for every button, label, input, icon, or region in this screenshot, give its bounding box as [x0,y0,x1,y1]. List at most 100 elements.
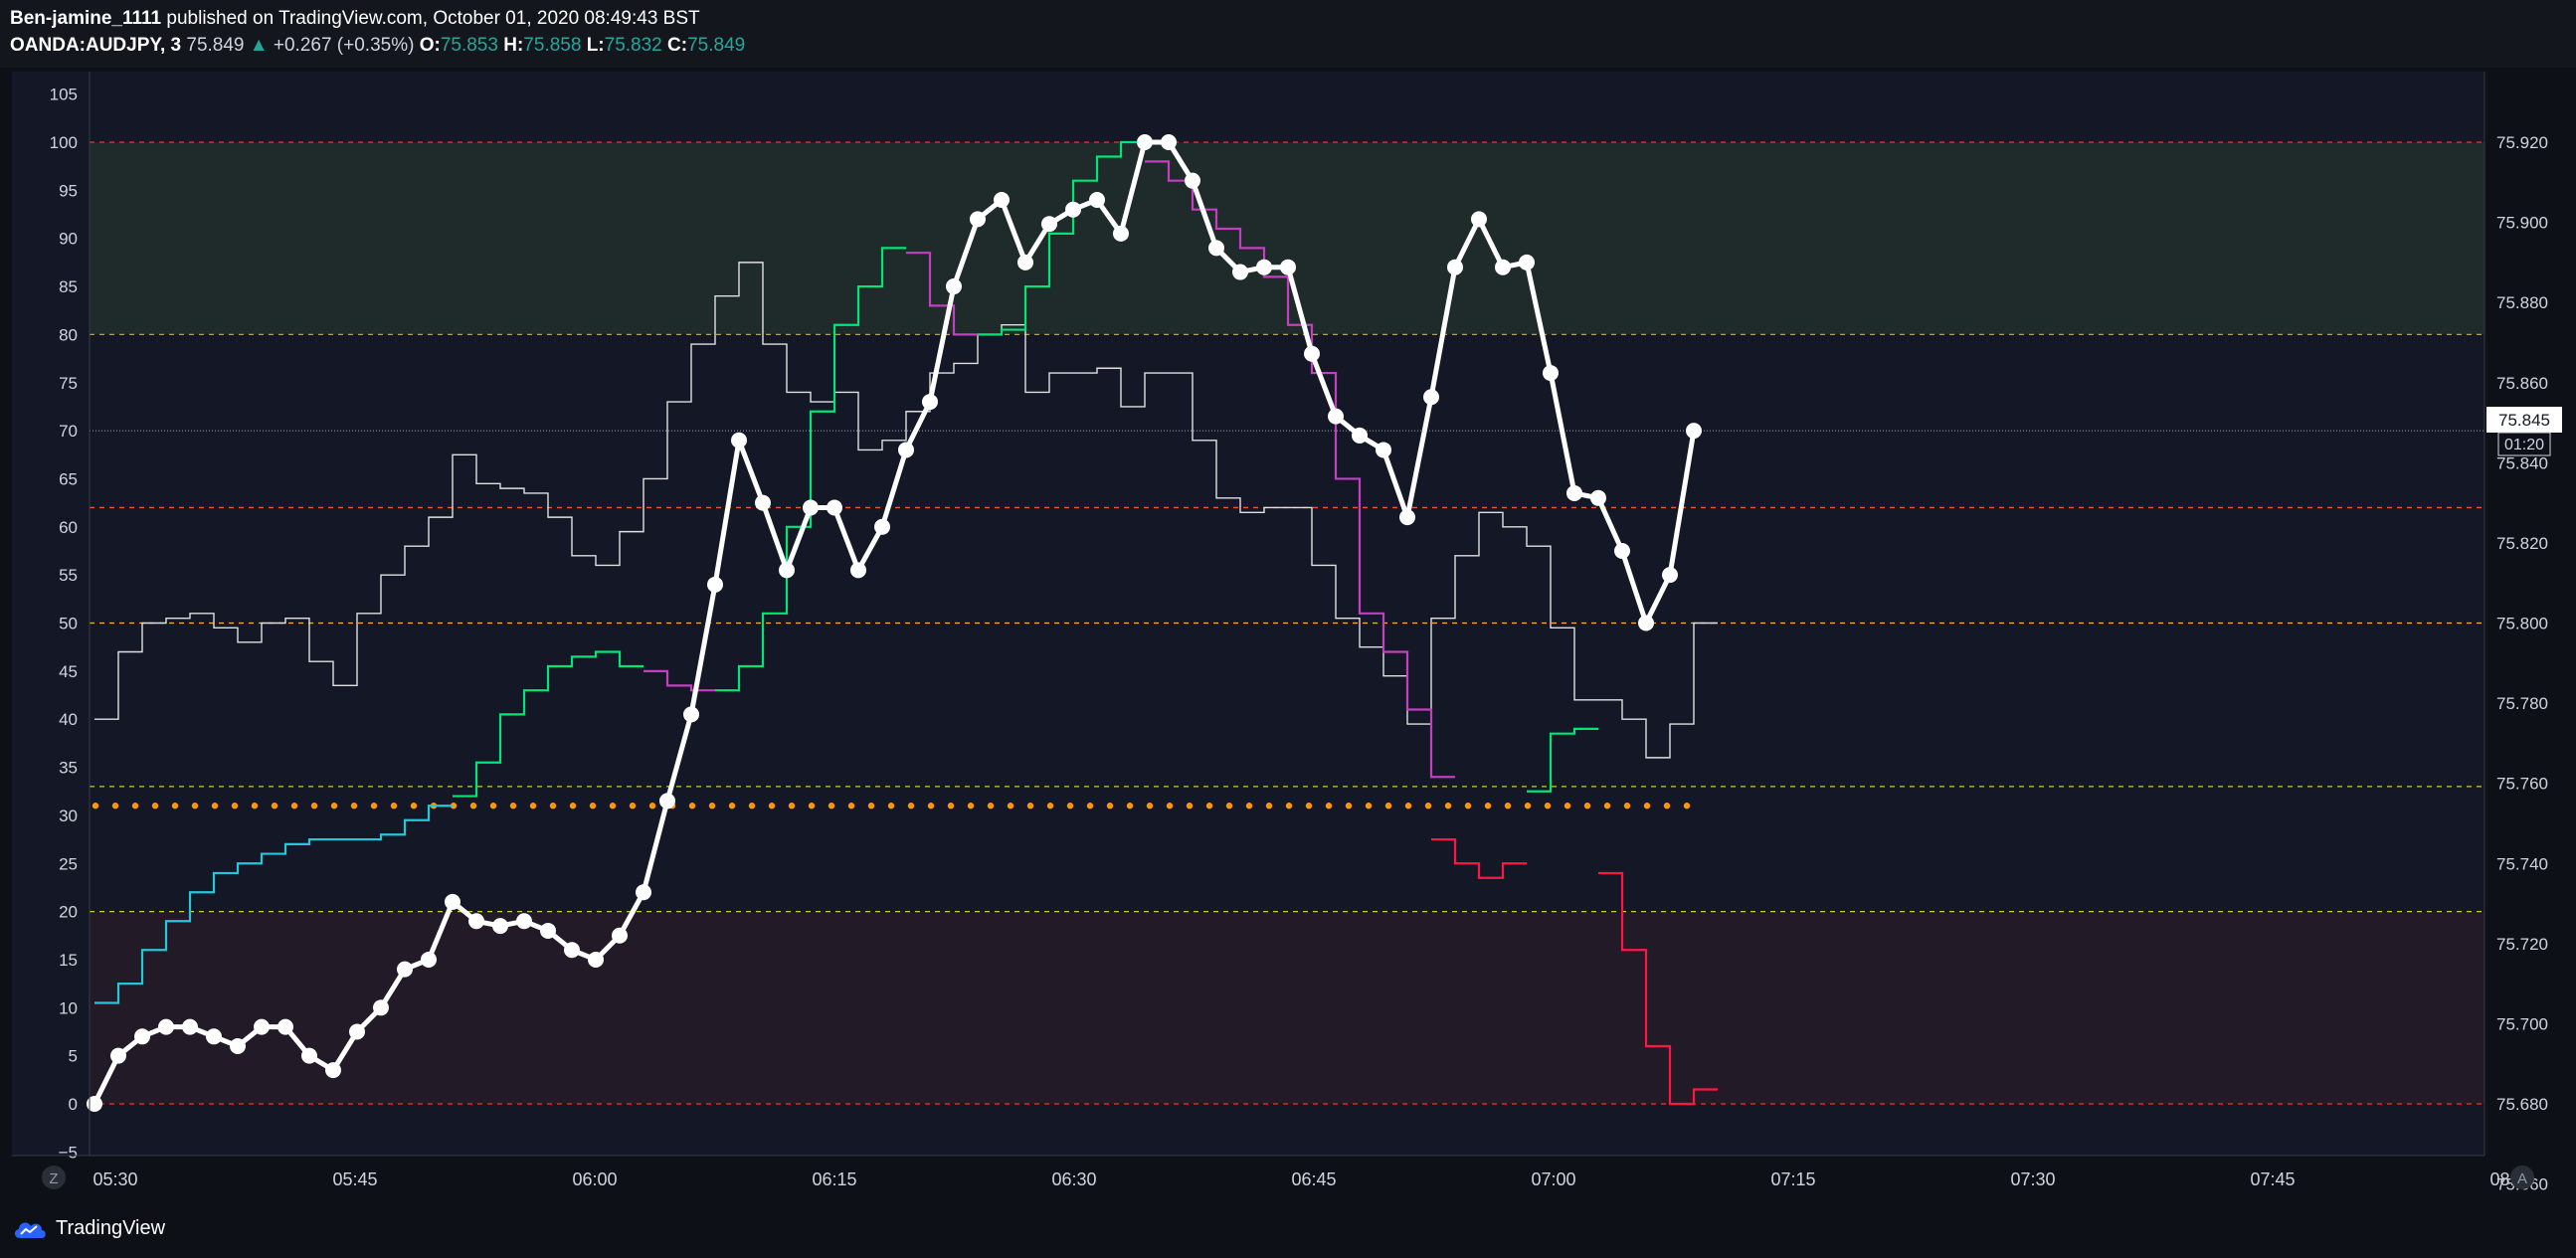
dotted-level-dot [1205,803,1213,809]
oscillator-point [206,1028,222,1045]
time-axis-tick-label: 07:30 [2010,1169,2055,1189]
dotted-level-dot [310,803,318,809]
left-axis-tick-label: 105 [50,86,78,104]
oscillator-point [707,576,723,593]
dotted-level-dot [987,803,995,809]
dotted-level-dot [1643,803,1651,809]
dotted-level-dot [1583,803,1591,809]
dotted-level-dot [1026,803,1034,809]
right-axis-tick-label: 75.860 [2496,374,2548,393]
dotted-level-dot [629,803,637,809]
time-axis-tick-label: 06:45 [1291,1169,1336,1189]
dotted-level-dot [768,803,776,809]
left-axis-tick-label: 85 [59,277,78,296]
dotted-level-dot [1345,803,1353,809]
right-axis-tick-label: 75.800 [2496,615,2548,633]
auto-scale-button[interactable]: A [2510,1166,2534,1189]
oscillator-point [1089,192,1105,209]
dotted-level-dot [569,803,577,809]
right-axis-tick-label: 75.760 [2496,775,2548,794]
dotted-level-dot [728,803,736,809]
chart-area[interactable]: −5 0 5 10 15 20 25 30 35 40 45 50 55 60 65 70 75 80 85 90 95… [0,68,2576,1203]
right-axis-tick-label: 75.920 [2496,133,2548,152]
z-button[interactable]: Z [42,1166,66,1189]
oscillator-point [970,211,986,228]
dotted-level-dot [1066,803,1074,809]
dotted-level-dot [509,803,517,809]
oscillator-point [755,494,771,511]
high-value: 75.858 [523,35,582,56]
oscillator-point [1113,225,1129,242]
dotted-level-dot [788,803,796,809]
dotted-level-dot [151,803,159,809]
time-axis-tick-label: 07:15 [1770,1169,1815,1189]
left-axis-tick-label: 100 [50,133,78,152]
dotted-level-dot [529,803,537,809]
oscillator-point [1041,216,1057,233]
oscillator-point [779,562,795,579]
countdown-text: 01:20 [2504,437,2544,453]
oscillator-point [445,893,460,910]
dotted-level-dot [1245,803,1253,809]
dotted-level-dot [1325,803,1333,809]
left-axis-tick-label: 40 [59,710,78,729]
price-change: +0.267 (+0.35%) [273,35,415,56]
oscillator-point [946,278,962,295]
dotted-level-dot [1225,803,1233,809]
dotted-level-dot [271,803,278,809]
dotted-level-dot [1265,803,1273,809]
author-name[interactable]: Ben-jamine_1111 [10,8,161,29]
zone-band [90,911,2484,1104]
oscillator-point [850,562,866,579]
time-axis-tick-label: 05:30 [92,1169,137,1189]
close-value: 75.849 [687,35,746,56]
dotted-level-dot [290,803,298,809]
oscillator-point [874,518,890,535]
price-chart[interactable]: −5 0 5 10 15 20 25 30 35 40 45 50 55 60 65 70 75 80 85 90 95… [0,68,2576,1203]
dotted-level-dot [1166,803,1174,809]
oscillator-point [325,1062,341,1079]
dotted-level-dot [887,803,895,809]
time-axis-tick-label: 06:00 [572,1169,617,1189]
dotted-level-dot [748,803,756,809]
dotted-level-dot [1464,803,1472,809]
right-axis-tick-label: 75.820 [2496,534,2548,553]
oscillator-point [373,999,389,1016]
oscillator-point [516,913,532,930]
oscillator-point [230,1037,246,1054]
dotted-level-dot [808,803,816,809]
oscillator-point [87,1096,102,1112]
dotted-level-dot [1544,803,1552,809]
left-axis-tick-label: 50 [59,615,78,633]
tradingview-logo[interactable]: TradingView [12,1217,165,1240]
dotted-level-dot [131,803,139,809]
symbol-name[interactable]: OANDA:AUDJPY, 3 [10,35,181,56]
right-axis-tick-label: 75.840 [2496,453,2548,472]
oscillator-point [898,442,914,458]
oscillator-point [254,1018,270,1035]
oscillator-point [1161,134,1177,150]
oscillator-point [1471,211,1487,228]
dotted-level-dot [1186,803,1194,809]
last-price: 75.849 [186,35,245,56]
right-axis-tick-label: 75.880 [2496,293,2548,312]
left-axis-tick-label: 25 [59,854,78,873]
oscillator-point [397,961,413,978]
oscillator-point [827,499,842,516]
dotted-level-dot [1424,803,1432,809]
dotted-level-dot [1305,803,1313,809]
oscillator-point [1232,264,1248,280]
left-axis-tick-label: 90 [59,230,78,249]
high-label: H: [503,35,524,56]
left-axis-tick-label: 30 [59,807,78,825]
oscillator-point [1543,365,1559,382]
dotted-level-dot [648,803,656,809]
dotted-level-dot [867,803,875,809]
publish-info: Ben-jamine_1111 published on TradingView… [10,8,700,30]
oscillator-point [1256,259,1272,275]
brand-name: TradingView [56,1217,166,1239]
chart-header: Ben-jamine_1111 published on TradingView… [0,0,2576,68]
open-value: 75.853 [440,35,498,56]
oscillator-point [158,1018,174,1035]
time-axis-tick-label: 06:15 [812,1169,856,1189]
